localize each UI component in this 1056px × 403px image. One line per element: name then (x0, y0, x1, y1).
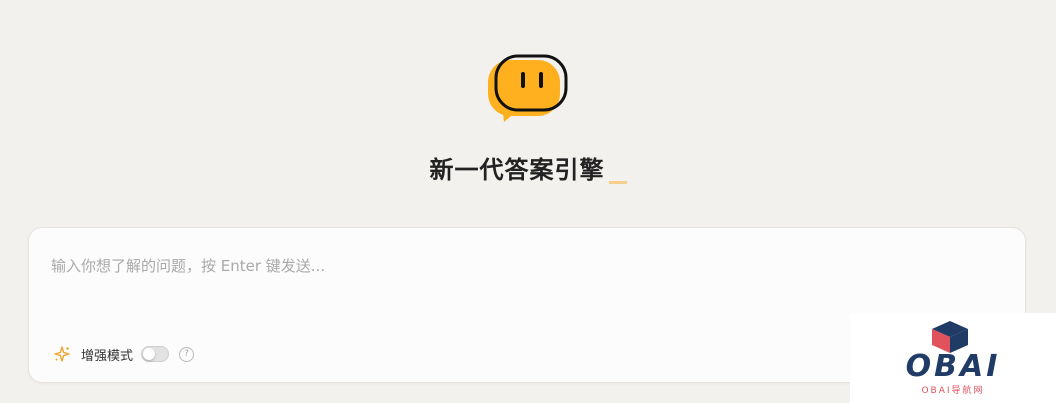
app-logo-icon (488, 54, 568, 122)
typing-cursor (608, 181, 627, 184)
composer-toolbar: 增强模式 ? (53, 344, 195, 364)
headline-text: 新一代答案引擎 (429, 156, 605, 184)
sparkle-icon (54, 346, 70, 362)
enhanced-mode-toggle[interactable] (141, 346, 170, 362)
enhanced-mode-label: 增强模式 (81, 348, 134, 364)
watermark-logo: OBAI OBAI导航网 (850, 313, 1056, 403)
watermark-text: OBAI (905, 349, 1001, 384)
toggle-knob (143, 348, 156, 360)
question-circle-icon[interactable]: ? (179, 346, 195, 362)
page-title: 新一代答案引擎 (0, 150, 1056, 185)
question-input[interactable] (51, 254, 811, 278)
watermark-subtext: OBAI导航网 (921, 386, 985, 396)
